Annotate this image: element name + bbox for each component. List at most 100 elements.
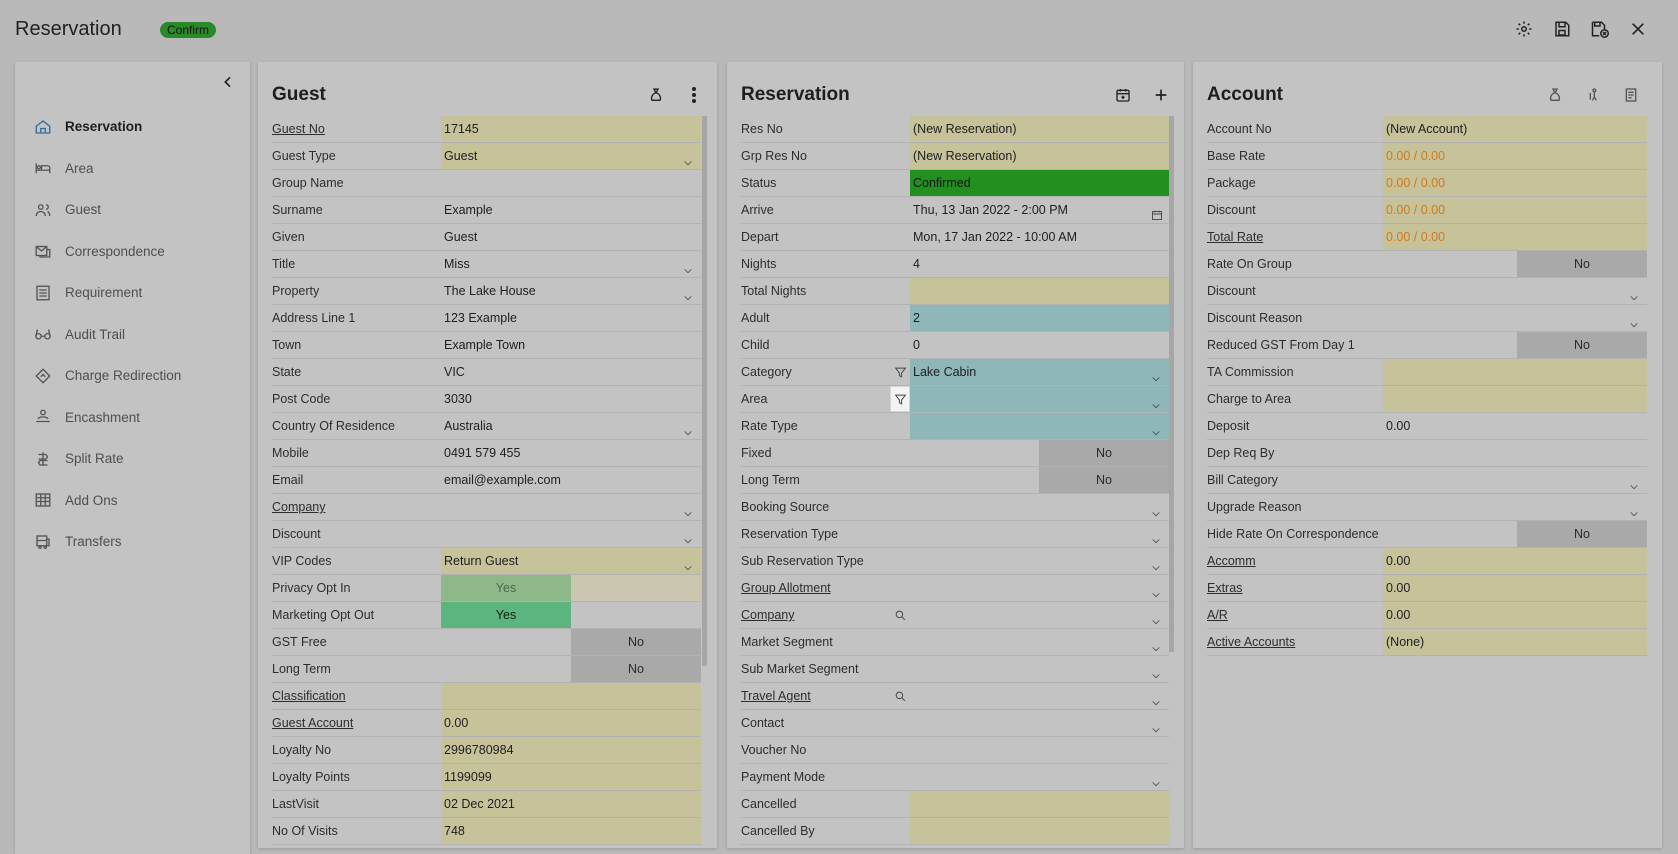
more-options-icon[interactable] (685, 86, 703, 104)
guest-scrollbar[interactable] (702, 116, 707, 666)
field-value-accomm[interactable]: 0.00 (1383, 548, 1647, 574)
field-value-total-nights[interactable] (910, 278, 1169, 304)
chevron-down-icon[interactable] (1151, 637, 1161, 652)
field-value-travel-agent[interactable] (910, 683, 1169, 709)
field-value-discount[interactable] (1383, 278, 1647, 304)
chevron-down-icon[interactable] (1629, 286, 1639, 301)
field-value-sub-market-segment[interactable] (910, 656, 1169, 682)
field-value-upgrade-reason[interactable] (1383, 494, 1647, 520)
chevron-down-icon[interactable] (1151, 583, 1161, 598)
field-value-charge-to-area[interactable] (1383, 386, 1647, 412)
field-value-post-code[interactable]: 3030 (441, 386, 701, 412)
field-value-group-name[interactable] (441, 170, 701, 196)
calendar-icon[interactable] (1151, 204, 1162, 220)
field-value-a-r[interactable]: 0.00 (1383, 602, 1647, 628)
chevron-down-icon[interactable] (683, 286, 693, 301)
chevron-down-icon[interactable] (683, 151, 693, 166)
field-value-country-of-residence[interactable]: Australia (441, 413, 701, 439)
sidebar-item-area[interactable]: Area (33, 148, 233, 190)
chevron-down-icon[interactable] (1151, 502, 1161, 517)
field-value-voucher-no[interactable] (910, 737, 1169, 763)
chevron-down-icon[interactable] (1629, 313, 1639, 328)
toggle-gst-free[interactable]: No (571, 629, 701, 655)
money-bag-icon[interactable] (1546, 86, 1564, 104)
field-value-vip-codes[interactable]: Return Guest (441, 548, 701, 574)
field-value-surname[interactable]: Example (441, 197, 701, 223)
sidebar-item-charge-redirection[interactable]: Charge Redirection (33, 355, 233, 397)
receipt-icon[interactable] (1622, 86, 1640, 104)
toggle-hide-rate-on-correspondence[interactable]: No (1517, 521, 1647, 547)
field-value-booking-source[interactable] (910, 494, 1169, 520)
field-value-account-no[interactable]: (New Account) (1383, 116, 1647, 142)
field-value-company[interactable] (441, 494, 701, 520)
filter-icon[interactable] (890, 386, 910, 412)
field-value-guest-type[interactable]: Guest (441, 143, 701, 169)
field-value-discount[interactable] (441, 521, 701, 547)
field-value-discount-reason[interactable] (1383, 305, 1647, 331)
field-value-classification[interactable] (441, 683, 701, 709)
chevron-down-icon[interactable] (1151, 772, 1161, 787)
field-label-travel-agent[interactable]: Travel Agent (741, 683, 890, 709)
field-value-discount[interactable]: 0.00 / 0.00 (1383, 197, 1647, 223)
sidebar-item-add-ons[interactable]: Add Ons (33, 480, 233, 522)
chevron-down-icon[interactable] (1151, 529, 1161, 544)
field-label-company[interactable]: Company (741, 602, 890, 628)
field-value-deposit[interactable]: 0.00 (1383, 413, 1647, 439)
field-value-package[interactable]: 0.00 / 0.00 (1383, 170, 1647, 196)
money-bag-icon[interactable] (647, 86, 665, 104)
field-value-property[interactable]: The Lake House (441, 278, 701, 304)
sidebar-item-correspondence[interactable]: Correspondence (33, 231, 233, 273)
reservation-scrollbar[interactable] (1169, 116, 1174, 652)
toggle-long-term[interactable]: No (571, 656, 701, 682)
field-value-address-line-1[interactable]: 123 Example (441, 305, 701, 331)
chevron-down-icon[interactable] (683, 556, 693, 571)
field-value-dep-req-by[interactable] (1383, 440, 1647, 466)
sidebar-item-encashment[interactable]: Encashment (33, 397, 233, 439)
toggle-marketing-opt-out[interactable]: Yes (441, 602, 571, 628)
toggle-privacy-opt-in[interactable]: Yes (441, 575, 571, 601)
field-label-a-r[interactable]: A/R (1207, 602, 1383, 628)
chevron-down-icon[interactable] (683, 259, 693, 274)
chevron-down-icon[interactable] (1629, 502, 1639, 517)
field-value-guest-account[interactable]: 0.00 (441, 710, 701, 736)
field-value-lastvisit[interactable]: 02 Dec 2021 (441, 791, 701, 817)
field-value-email[interactable]: email@example.com (441, 467, 701, 493)
field-value-guest-no[interactable]: 17145 (441, 116, 701, 142)
field-label-extras[interactable]: Extras (1207, 575, 1383, 601)
search-icon[interactable] (890, 602, 910, 628)
field-value-market-segment[interactable] (910, 629, 1169, 655)
field-value-town[interactable]: Example Town (441, 332, 701, 358)
chevron-down-icon[interactable] (683, 529, 693, 544)
sidebar-item-reservation[interactable]: Reservation (33, 106, 233, 148)
field-label-classification[interactable]: Classification (272, 683, 441, 709)
field-value-base-rate[interactable]: 0.00 / 0.00 (1383, 143, 1647, 169)
field-value-reservation-type[interactable] (910, 521, 1169, 547)
chevron-down-icon[interactable] (683, 421, 693, 436)
field-value-status[interactable]: Confirmed (910, 170, 1169, 196)
gear-icon[interactable] (1514, 19, 1534, 39)
field-value-adult[interactable]: 2 (910, 305, 1169, 331)
field-label-group-allotment[interactable]: Group Allotment (741, 575, 890, 601)
search-icon[interactable] (890, 683, 910, 709)
field-label-total-rate[interactable]: Total Rate (1207, 224, 1383, 250)
field-label-guest-account[interactable]: Guest Account (272, 710, 441, 736)
save-close-icon[interactable] (1590, 19, 1610, 39)
field-value-cancelled[interactable] (910, 791, 1169, 817)
field-value-nights[interactable]: 4 (910, 251, 1169, 277)
toggle-long-term[interactable]: No (1039, 467, 1169, 493)
toggle-reduced-gst-from-day-1[interactable]: No (1517, 332, 1647, 358)
field-value-given[interactable]: Guest (441, 224, 701, 250)
field-value-active-accounts[interactable]: (None) (1383, 629, 1647, 655)
save-icon[interactable] (1552, 19, 1572, 39)
chevron-down-icon[interactable] (1151, 718, 1161, 733)
field-value-state[interactable]: VIC (441, 359, 701, 385)
field-value-title[interactable]: Miss (441, 251, 701, 277)
field-label-company[interactable]: Company (272, 494, 441, 520)
sidebar-item-audit-trail[interactable]: Audit Trail (33, 314, 233, 356)
sidebar-item-transfers[interactable]: Transfers (33, 521, 233, 563)
field-value-extras[interactable]: 0.00 (1383, 575, 1647, 601)
field-label-guest-no[interactable]: Guest No (272, 116, 441, 142)
field-value-rate-type[interactable] (910, 413, 1169, 439)
field-value-company[interactable] (910, 602, 1169, 628)
add-icon[interactable] (1152, 86, 1170, 104)
